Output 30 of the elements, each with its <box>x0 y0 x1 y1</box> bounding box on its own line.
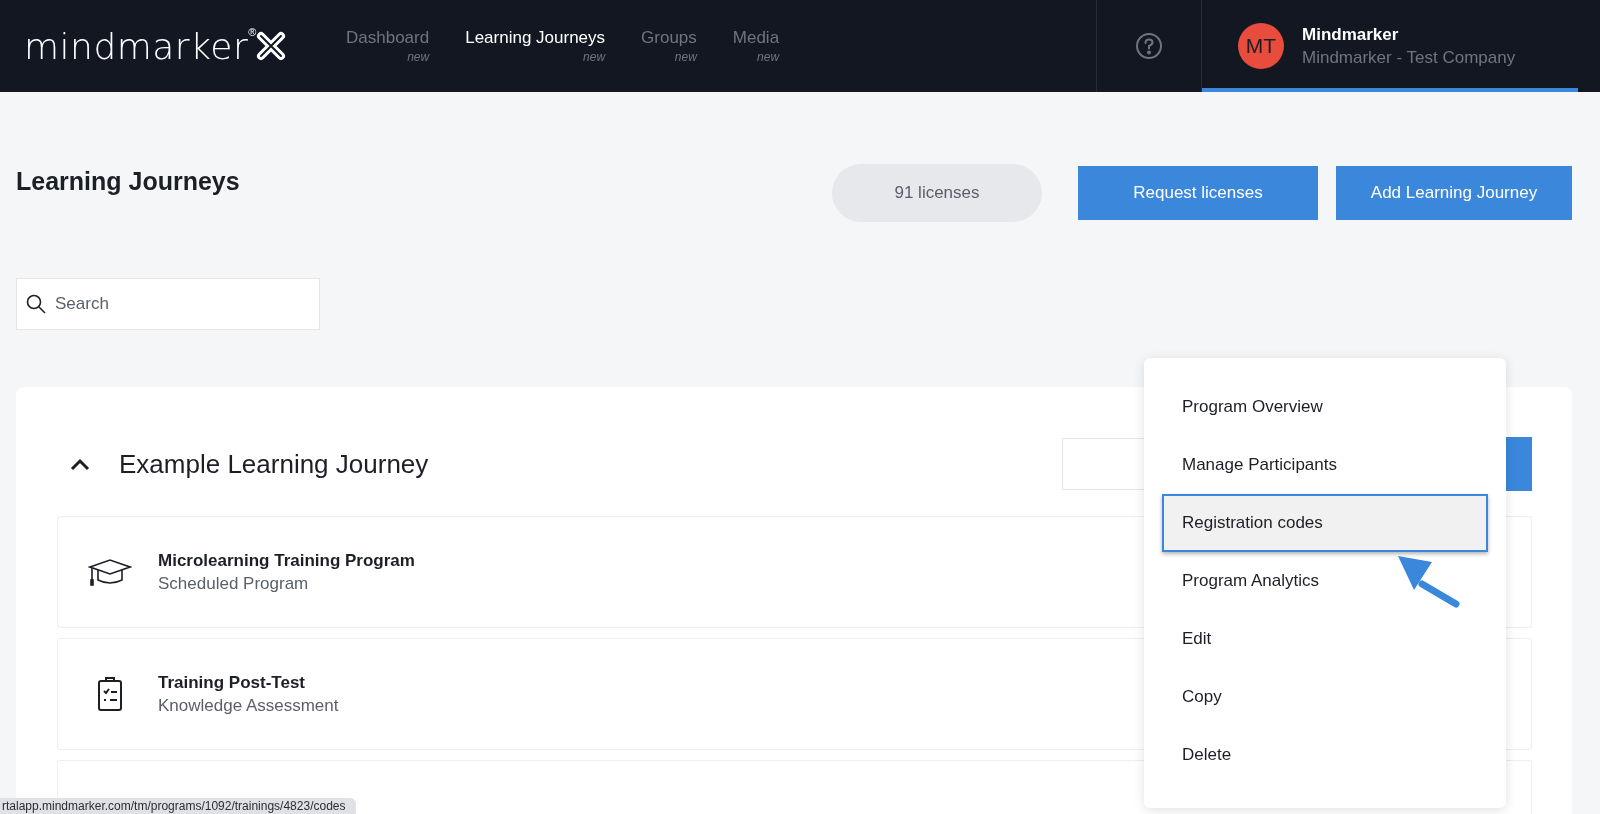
x-logo-icon <box>256 31 287 61</box>
request-licenses-button[interactable]: Request licenses <box>1078 166 1318 220</box>
item-title: Training Post-Test <box>158 672 307 693</box>
nav-tab[interactable]: Learning Journeys new <box>465 28 606 64</box>
menu-item[interactable]: Registration codes <box>1162 494 1488 552</box>
registered-mark: ® <box>248 26 257 38</box>
menu-item[interactable]: Program Overview <box>1162 378 1488 436</box>
item-type: Knowledge Assessment <box>158 695 339 716</box>
page-title: Learning Journeys <box>16 167 241 196</box>
nav-tab[interactable]: Media new <box>732 28 780 64</box>
menu-item[interactable]: Manage Participants <box>1162 436 1488 494</box>
item-type: Scheduled Program <box>158 573 310 594</box>
menu-item[interactable]: Program Analytics <box>1162 552 1488 610</box>
graduation-cap-icon <box>88 557 132 587</box>
logo-text: mindmarker <box>24 25 249 67</box>
item-title: Microlearning Training Program <box>158 550 415 571</box>
nav-tab[interactable]: Dashboard new <box>346 28 430 64</box>
chevron-up-icon[interactable] <box>69 457 91 471</box>
journey-title: Example Learning Journey <box>119 448 430 480</box>
license-count: 91 licenses <box>832 164 1042 222</box>
clipboard-checklist-icon <box>97 676 123 712</box>
search-field[interactable]: Search <box>16 278 320 330</box>
company-name: Mindmarker - Test Company <box>1302 47 1516 68</box>
status-url: rtalapp.mindmarker.com/tm/programs/1092/trainings/4823/codes <box>0 798 356 814</box>
menu-item[interactable]: Copy <box>1162 668 1488 726</box>
add-journey-button[interactable]: Add Learning Journey <box>1336 166 1572 220</box>
nav-tab[interactable]: Groups new <box>641 28 697 64</box>
user-avatar[interactable]: MT <box>1238 23 1284 69</box>
help-icon[interactable] <box>1135 32 1163 60</box>
user-name: Mindmarker <box>1302 24 1400 45</box>
